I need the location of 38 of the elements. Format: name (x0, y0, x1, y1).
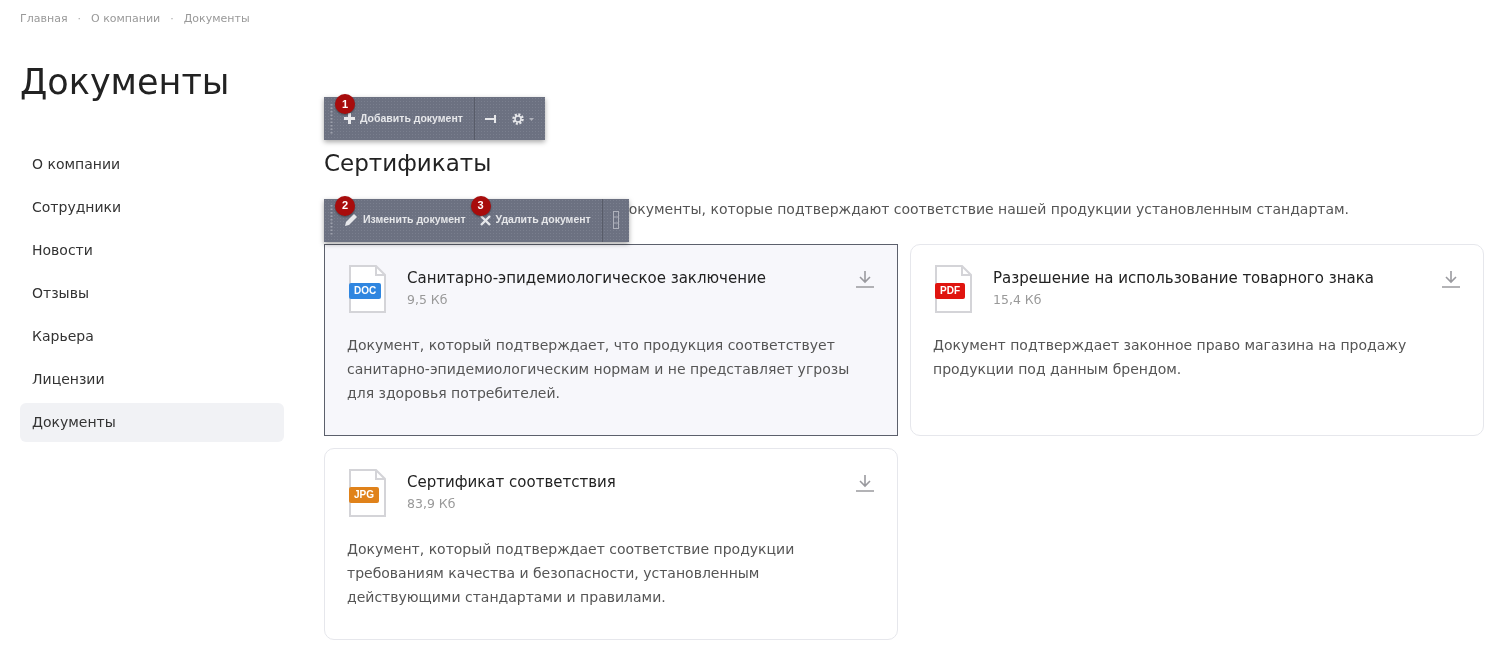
sidebar-item[interactable]: Лицензии (20, 360, 284, 399)
close-icon (479, 214, 491, 226)
sidebar-item[interactable]: Карьера (20, 317, 284, 356)
file-size: 9,5 Кб (407, 291, 449, 309)
download-icon[interactable] (855, 472, 875, 493)
sidebar-item[interactable]: О компании (20, 145, 284, 184)
pencil-icon (344, 213, 358, 227)
download-icon[interactable] (855, 268, 875, 289)
sidebar-item[interactable]: Новости (20, 231, 284, 270)
number-badge: 3 (470, 195, 491, 216)
document-description: Документ подтверждает законное право магазина на продажу продукции под данным брендом. (933, 335, 1408, 379)
sidebar-item[interactable]: Документы (20, 403, 284, 442)
drag-handle-icon[interactable] (612, 211, 619, 229)
page-title: Документы (20, 61, 231, 104)
document-title: Санитарно-эпидемиологическое заключение (407, 267, 767, 289)
document-title: Сертификат соответствия (407, 471, 617, 493)
delete-document-button[interactable]: Удалить документ 3 (472, 198, 598, 242)
file-size: 83,9 Кб (407, 495, 457, 513)
pin-icon[interactable] (484, 113, 499, 124)
plus-icon (344, 113, 355, 124)
section-description: окументы, которые подтверждают соответствие нашей продукции установленным стандартам. (628, 199, 1350, 219)
sidebar-item[interactable]: Отзывы (20, 274, 284, 313)
grip-icon[interactable] (330, 103, 333, 134)
grip-icon[interactable] (330, 205, 333, 235)
edit-document-button[interactable]: Изменить документ 2 (337, 198, 473, 242)
number-badge: 2 (335, 195, 355, 216)
document-title: Разрешение на использование товарного знака (993, 267, 1375, 289)
sidebar-item[interactable]: Сотрудники (20, 188, 284, 227)
section-title: Сертификаты (324, 148, 493, 178)
breadcrumb-separator: · (77, 12, 81, 25)
settings-icon[interactable] (510, 111, 535, 126)
document-description: Документ, который подтверждает, что продукция соответствует санитарно-эпидемиологическим нормам и не представляет угрозы для здоровья потребителей. (347, 335, 851, 403)
document-description: Документ, который подтверждает соответствие продукции требованиям качества и безопасности, установленным действующими стандартами и правилами. (347, 539, 796, 607)
download-icon[interactable] (1441, 268, 1461, 289)
number-badge: 1 (335, 94, 355, 114)
add-document-button[interactable]: Добавить документ 1 (337, 97, 470, 140)
file-size: 15,4 Кб (993, 291, 1043, 309)
breadcrumb-separator: · (170, 12, 174, 25)
